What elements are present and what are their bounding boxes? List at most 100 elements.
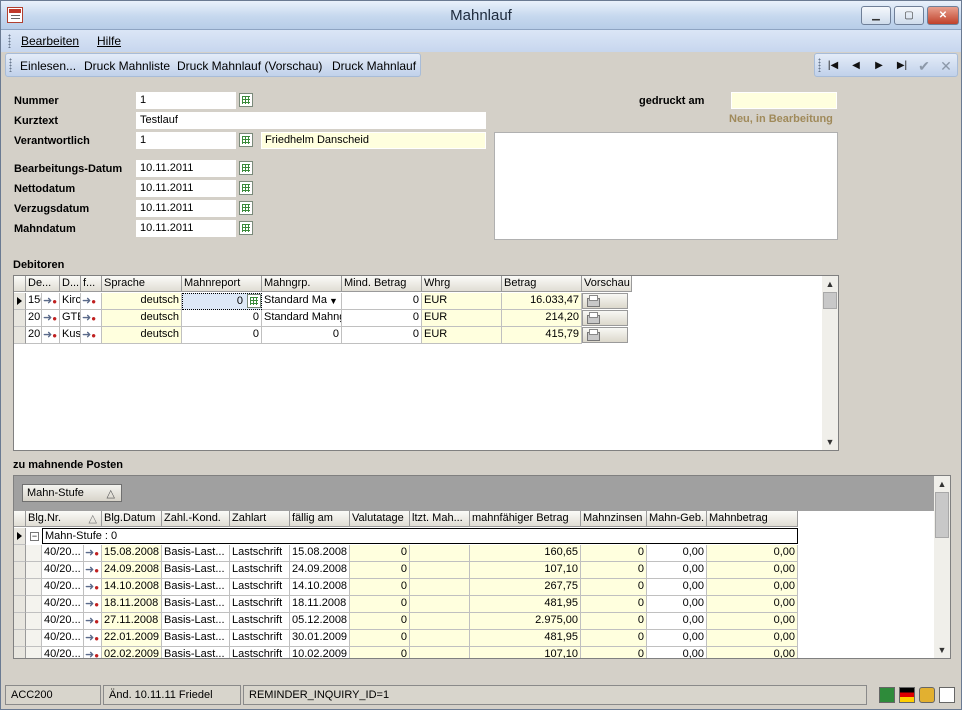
- mind-betrag-cell[interactable]: 0: [342, 327, 422, 344]
- scroll-thumb[interactable]: [823, 292, 837, 309]
- last-record-icon[interactable]: ▶|: [894, 58, 910, 74]
- mahnfaehiger-betrag-cell[interactable]: 2.975,00: [470, 613, 581, 630]
- excel-export-icon[interactable]: [879, 687, 895, 703]
- report-icon[interactable]: [939, 687, 955, 703]
- col-header[interactable]: Zahlart: [230, 511, 290, 527]
- mahnreport-cell[interactable]: 0: [182, 327, 262, 344]
- mahnreport-lookup-icon[interactable]: [247, 294, 261, 308]
- nav-grip-icon[interactable]: [818, 58, 821, 72]
- col-header[interactable]: Mind. Betrag: [342, 276, 422, 292]
- blgdatum-cell[interactable]: 27.11.2008: [102, 613, 162, 630]
- debitor-link-cell[interactable]: ➜●: [42, 327, 60, 344]
- next-record-icon[interactable]: ▶: [871, 58, 887, 74]
- blgnr-cell[interactable]: 40/20...: [42, 647, 84, 658]
- memo-field[interactable]: [494, 132, 838, 240]
- debitor-nr-cell[interactable]: 20: [26, 310, 42, 327]
- faellig-cell[interactable]: 30.01.2009: [290, 630, 350, 647]
- valutatage-cell[interactable]: 0: [350, 596, 410, 613]
- valutatage-cell[interactable]: 0: [350, 545, 410, 562]
- druck-mahnlauf-vorschau-button[interactable]: Druck Mahnlauf (Vorschau): [177, 59, 322, 73]
- debitor-link-cell[interactable]: ➜●: [81, 327, 102, 344]
- goto-arrow-icon[interactable]: ➜●: [82, 328, 98, 342]
- zahlart-cell[interactable]: Lastschrift: [230, 562, 290, 579]
- mahnbetrag-cell[interactable]: 0,00: [707, 630, 798, 647]
- scroll-down-icon[interactable]: ▼: [822, 434, 838, 450]
- nummer-field[interactable]: 1: [136, 92, 236, 109]
- blgdatum-cell[interactable]: 22.01.2009: [102, 630, 162, 647]
- blgdatum-cell[interactable]: 14.10.2008: [102, 579, 162, 596]
- col-header[interactable]: Blg.Datum: [102, 511, 162, 527]
- zahlart-cell[interactable]: Lastschrift: [230, 545, 290, 562]
- blgnr-cell[interactable]: 40/20...: [42, 630, 84, 647]
- ltzt-mahnung-cell[interactable]: [410, 579, 470, 596]
- blg-link-cell[interactable]: ➜●: [84, 562, 102, 579]
- scroll-up-icon[interactable]: ▲: [934, 476, 950, 492]
- ltzt-mahnung-cell[interactable]: [410, 596, 470, 613]
- close-button[interactable]: ✕: [927, 6, 959, 25]
- betrag-cell[interactable]: 214,20: [502, 310, 582, 327]
- mahnfaehiger-betrag-cell[interactable]: 107,10: [470, 562, 581, 579]
- row-selector[interactable]: [14, 647, 26, 658]
- calendar-icon[interactable]: [239, 221, 253, 235]
- valutatage-cell[interactable]: 0: [350, 613, 410, 630]
- row-selector[interactable]: [14, 596, 26, 613]
- ltzt-mahnung-cell[interactable]: [410, 630, 470, 647]
- goto-arrow-icon[interactable]: ➜●: [43, 311, 59, 325]
- goto-arrow-icon[interactable]: ➜●: [43, 294, 59, 308]
- debitor-link-cell[interactable]: ➜●: [42, 310, 60, 327]
- verantwortlich-field[interactable]: 1: [136, 132, 236, 149]
- zahlart-cell[interactable]: Lastschrift: [230, 647, 290, 658]
- blgnr-cell[interactable]: 40/20...: [42, 613, 84, 630]
- mahnzinsen-cell[interactable]: 0: [581, 647, 647, 658]
- mahnfaehiger-betrag-cell[interactable]: 481,95: [470, 596, 581, 613]
- nummer-lookup-icon[interactable]: [239, 93, 253, 107]
- zahlart-cell[interactable]: Lastschrift: [230, 630, 290, 647]
- valutatage-cell[interactable]: 0: [350, 647, 410, 658]
- zahlkond-cell[interactable]: Basis-Last...: [162, 647, 230, 658]
- mahnzinsen-cell[interactable]: 0: [581, 596, 647, 613]
- mahngeb-cell[interactable]: 0,00: [647, 630, 707, 647]
- row-selector[interactable]: [14, 310, 26, 327]
- verzugsdatum-field[interactable]: 10.11.2011: [136, 200, 236, 217]
- german-flag-icon[interactable]: [899, 687, 915, 703]
- row-selector[interactable]: [14, 545, 26, 562]
- col-header[interactable]: Zahl.-Kond.: [162, 511, 230, 527]
- zahlkond-cell[interactable]: Basis-Last...: [162, 579, 230, 596]
- debitor-link-cell[interactable]: ➜●: [42, 293, 60, 310]
- zahlkond-cell[interactable]: Basis-Last...: [162, 596, 230, 613]
- ltzt-mahnung-cell[interactable]: [410, 647, 470, 658]
- mahngeb-cell[interactable]: 0,00: [647, 647, 707, 658]
- whrg-cell[interactable]: EUR: [422, 293, 502, 310]
- col-header[interactable]: Vorschau: [582, 276, 632, 292]
- mahnfaehiger-betrag-cell[interactable]: 481,95: [470, 630, 581, 647]
- valutatage-cell[interactable]: 0: [350, 562, 410, 579]
- mahnzinsen-cell[interactable]: 0: [581, 579, 647, 596]
- first-record-icon[interactable]: |◀: [825, 58, 841, 74]
- mahnbetrag-cell[interactable]: 0,00: [707, 613, 798, 630]
- druck-mahnlauf-button[interactable]: Druck Mahnlauf: [332, 59, 416, 73]
- chevron-down-icon[interactable]: ▼: [326, 294, 341, 309]
- faellig-cell[interactable]: 18.11.2008: [290, 596, 350, 613]
- debitor-link-cell[interactable]: ➜●: [81, 293, 102, 310]
- goto-arrow-icon[interactable]: ➜●: [85, 648, 101, 658]
- goto-arrow-icon[interactable]: ➜●: [85, 546, 101, 560]
- mahndatum-field[interactable]: 10.11.2011: [136, 220, 236, 237]
- blgdatum-cell[interactable]: 18.11.2008: [102, 596, 162, 613]
- col-header[interactable]: De...: [26, 276, 60, 292]
- col-header[interactable]: Valutatage: [350, 511, 410, 527]
- goto-arrow-icon[interactable]: ➜●: [85, 631, 101, 645]
- print-preview-icon[interactable]: [582, 327, 628, 343]
- mahnreport-cell[interactable]: 0: [182, 310, 262, 327]
- betrag-cell[interactable]: 415,79: [502, 327, 582, 344]
- debitor-nr-cell[interactable]: 20: [26, 327, 42, 344]
- mahnzinsen-cell[interactable]: 0: [581, 630, 647, 647]
- row-selector[interactable]: [14, 562, 26, 579]
- verantwortlich-lookup-icon[interactable]: [239, 133, 253, 147]
- blg-link-cell[interactable]: ➜●: [84, 630, 102, 647]
- menu-bearbeiten[interactable]: Bearbeiten: [21, 34, 79, 48]
- mind-betrag-cell[interactable]: 0: [342, 293, 422, 310]
- confirm-icon[interactable]: ✔: [916, 58, 932, 74]
- debitor-name-cell[interactable]: Kirc: [60, 293, 81, 310]
- faellig-cell[interactable]: 24.09.2008: [290, 562, 350, 579]
- zahlart-cell[interactable]: Lastschrift: [230, 613, 290, 630]
